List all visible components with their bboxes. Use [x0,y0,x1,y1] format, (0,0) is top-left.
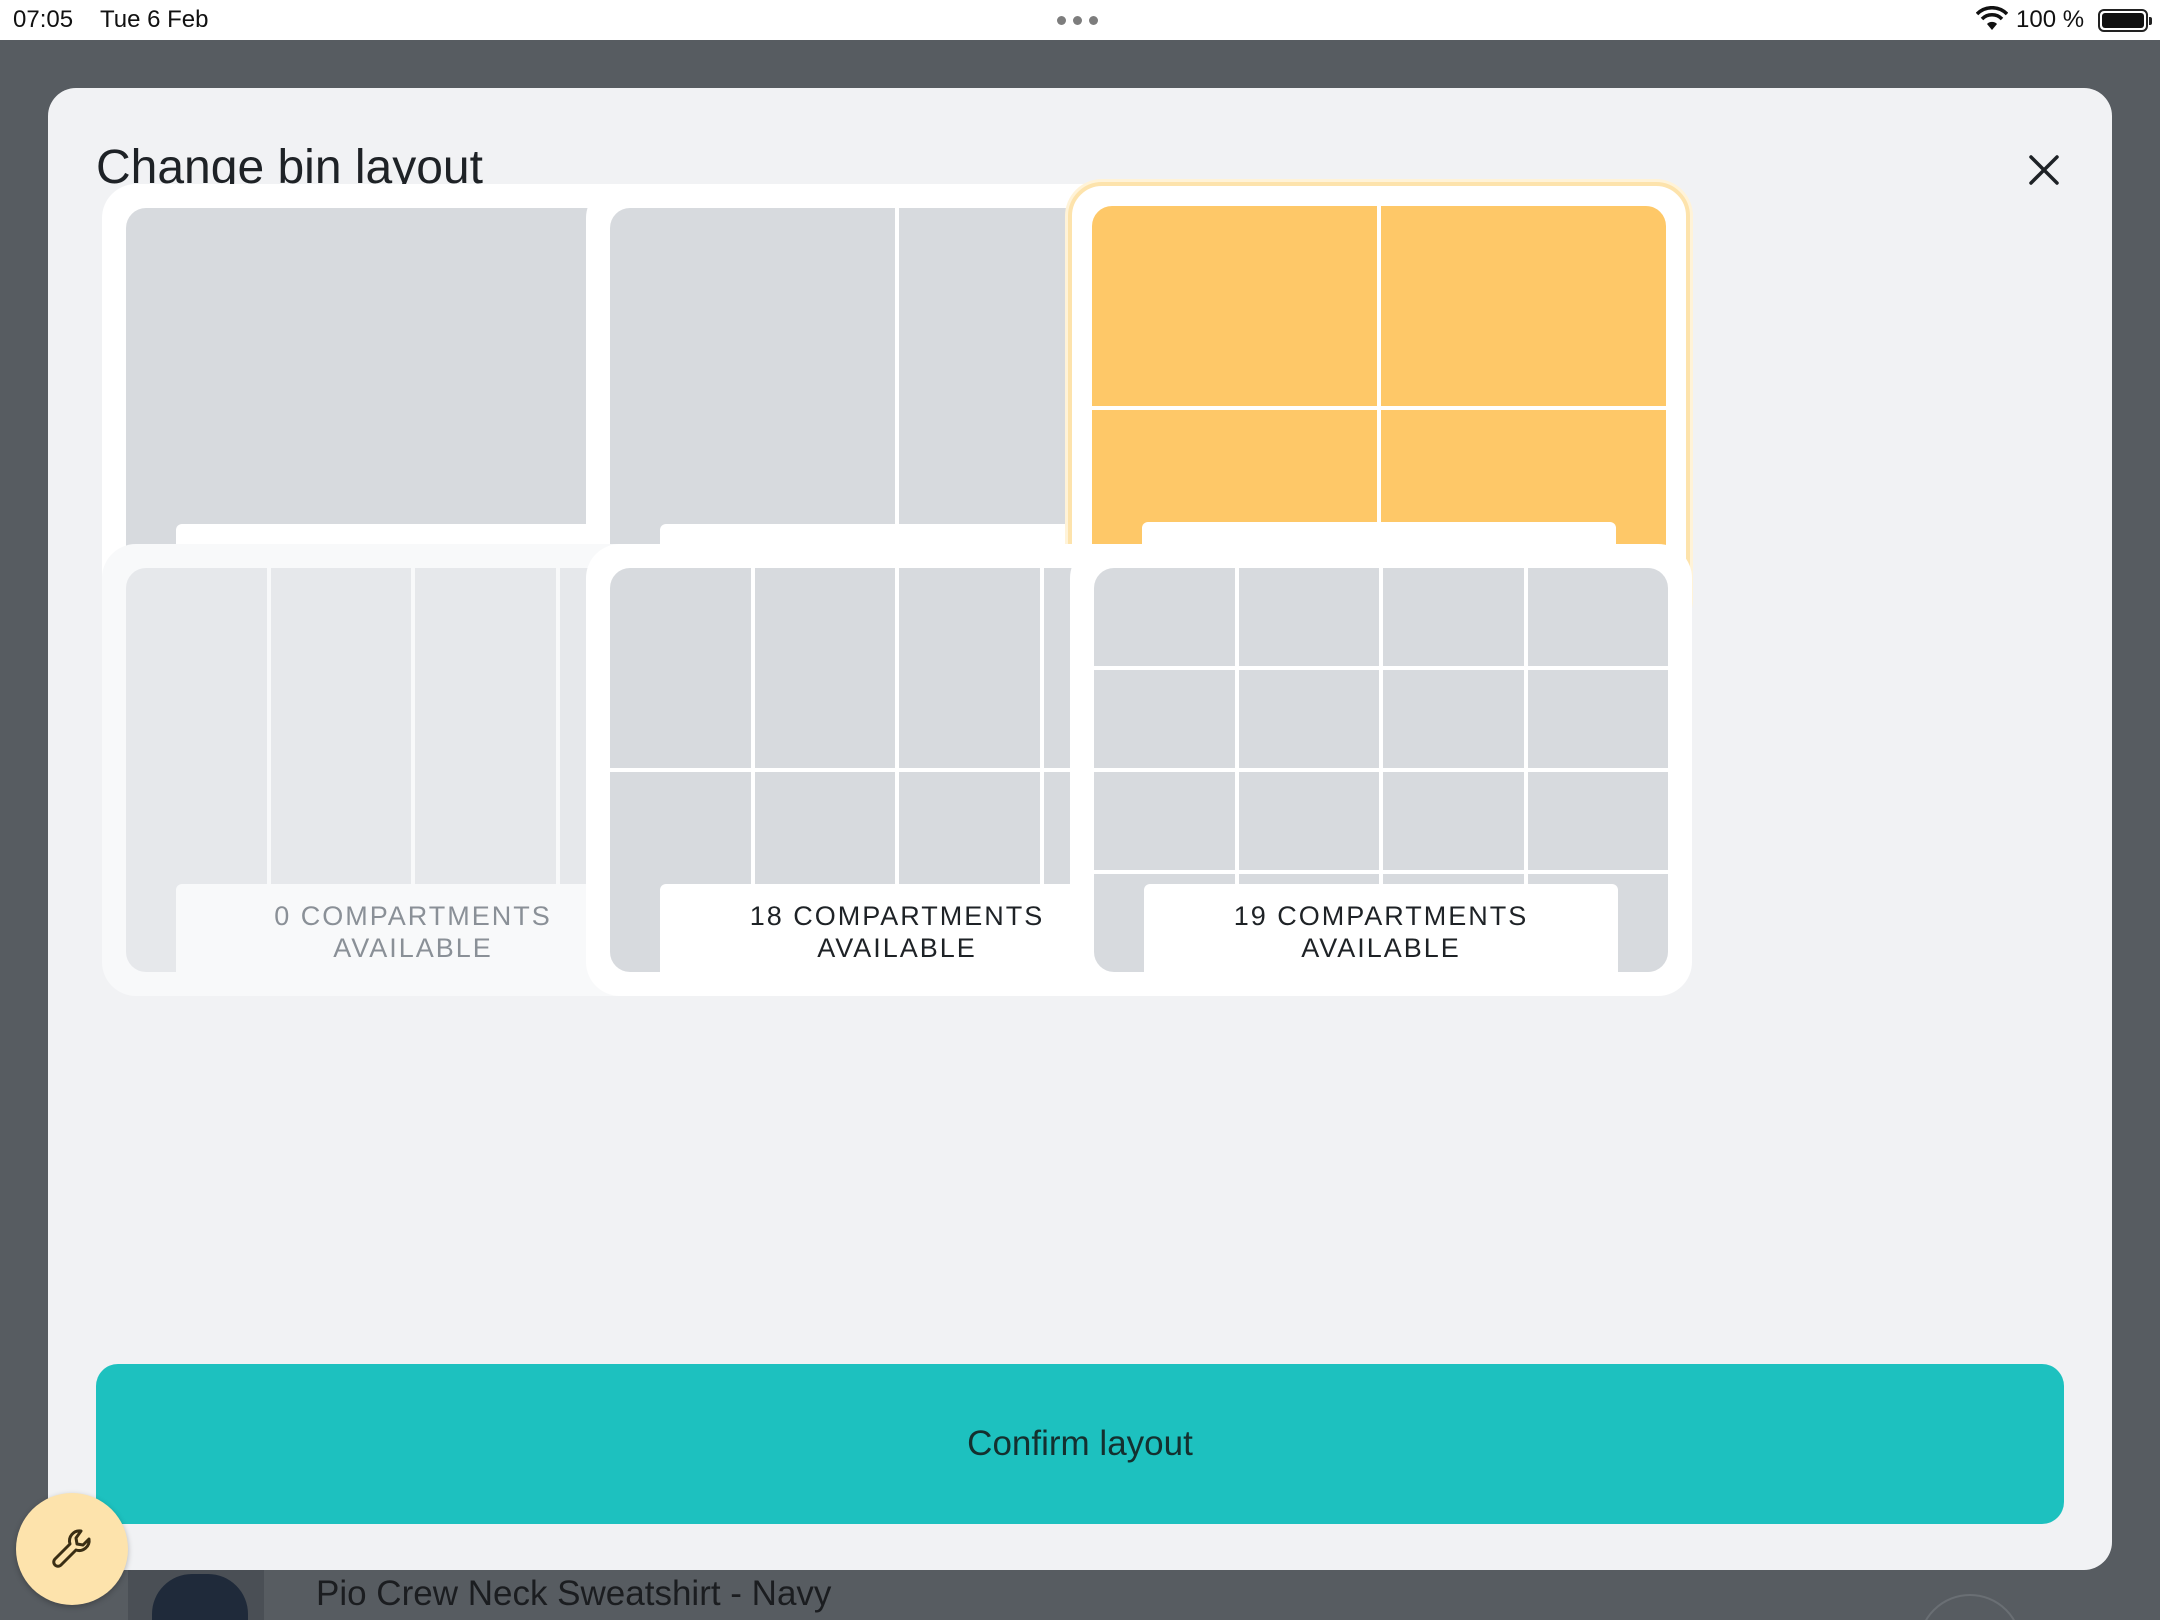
background-round-button [1918,1594,2022,1620]
wrench-icon [52,1529,91,1568]
compartment-cell [1094,670,1235,768]
battery-percentage: 100 % [2016,6,2085,33]
compartment-cell [1527,772,1668,870]
confirm-layout-button[interactable]: Confirm layout [96,1364,2064,1524]
status-bar: 07:05 Tue 6 Feb 100 % [0,0,2160,40]
compartment-cell [1238,568,1379,666]
battery-icon [2098,9,2152,32]
compartment-cell [1383,670,1524,768]
compartment-cell [1383,772,1524,870]
available-text: AVAILABLE [333,933,493,963]
compartment-cell [1238,670,1379,768]
multitasking-dots-icon[interactable] [1057,16,1098,25]
compartments-count-text: 18 COMPARTMENTS [749,901,1045,931]
close-button[interactable] [2014,140,2074,200]
status-date: Tue 6 Feb [100,6,209,33]
compartment-cell [1527,670,1668,768]
change-bin-layout-modal: Change bin layout 5 COMPARTMENTSAVAILABL… [48,88,2112,1570]
compartments-count-text: 0 COMPARTMENTS [274,901,552,931]
compartment-cell [1094,772,1235,870]
compartment-cell [1383,568,1524,666]
compartment-cell [1527,568,1668,666]
available-text: AVAILABLE [1301,933,1461,963]
compartment-cell [1092,206,1377,406]
compartments-count-text: 19 COMPARTMENTS [1233,901,1529,931]
compartments-available-label: 0 COMPARTMENTS AVAILABLE [176,884,650,972]
tools-button[interactable] [16,1493,128,1605]
compartment-cell [754,568,895,768]
wifi-icon [1976,6,2008,30]
product-thumbnail [128,1566,264,1620]
compartment-cell [899,568,1040,768]
product-title: Pio Crew Neck Sweatshirt - Navy [316,1574,832,1613]
compartment-cell [610,568,751,768]
status-time: 07:05 [13,6,74,33]
compartment-cell [1094,568,1235,666]
close-icon [2029,155,2059,185]
compartment-cell [1238,772,1379,870]
available-text: AVAILABLE [817,933,977,963]
layout-card-6[interactable]: 19 COMPARTMENTS AVAILABLE [1070,544,1692,996]
compartments-available-label: 19 COMPARTMENTS AVAILABLE [1144,884,1618,972]
compartment-cell [1381,206,1666,406]
compartments-available-label: 18 COMPARTMENTS AVAILABLE [660,884,1134,972]
